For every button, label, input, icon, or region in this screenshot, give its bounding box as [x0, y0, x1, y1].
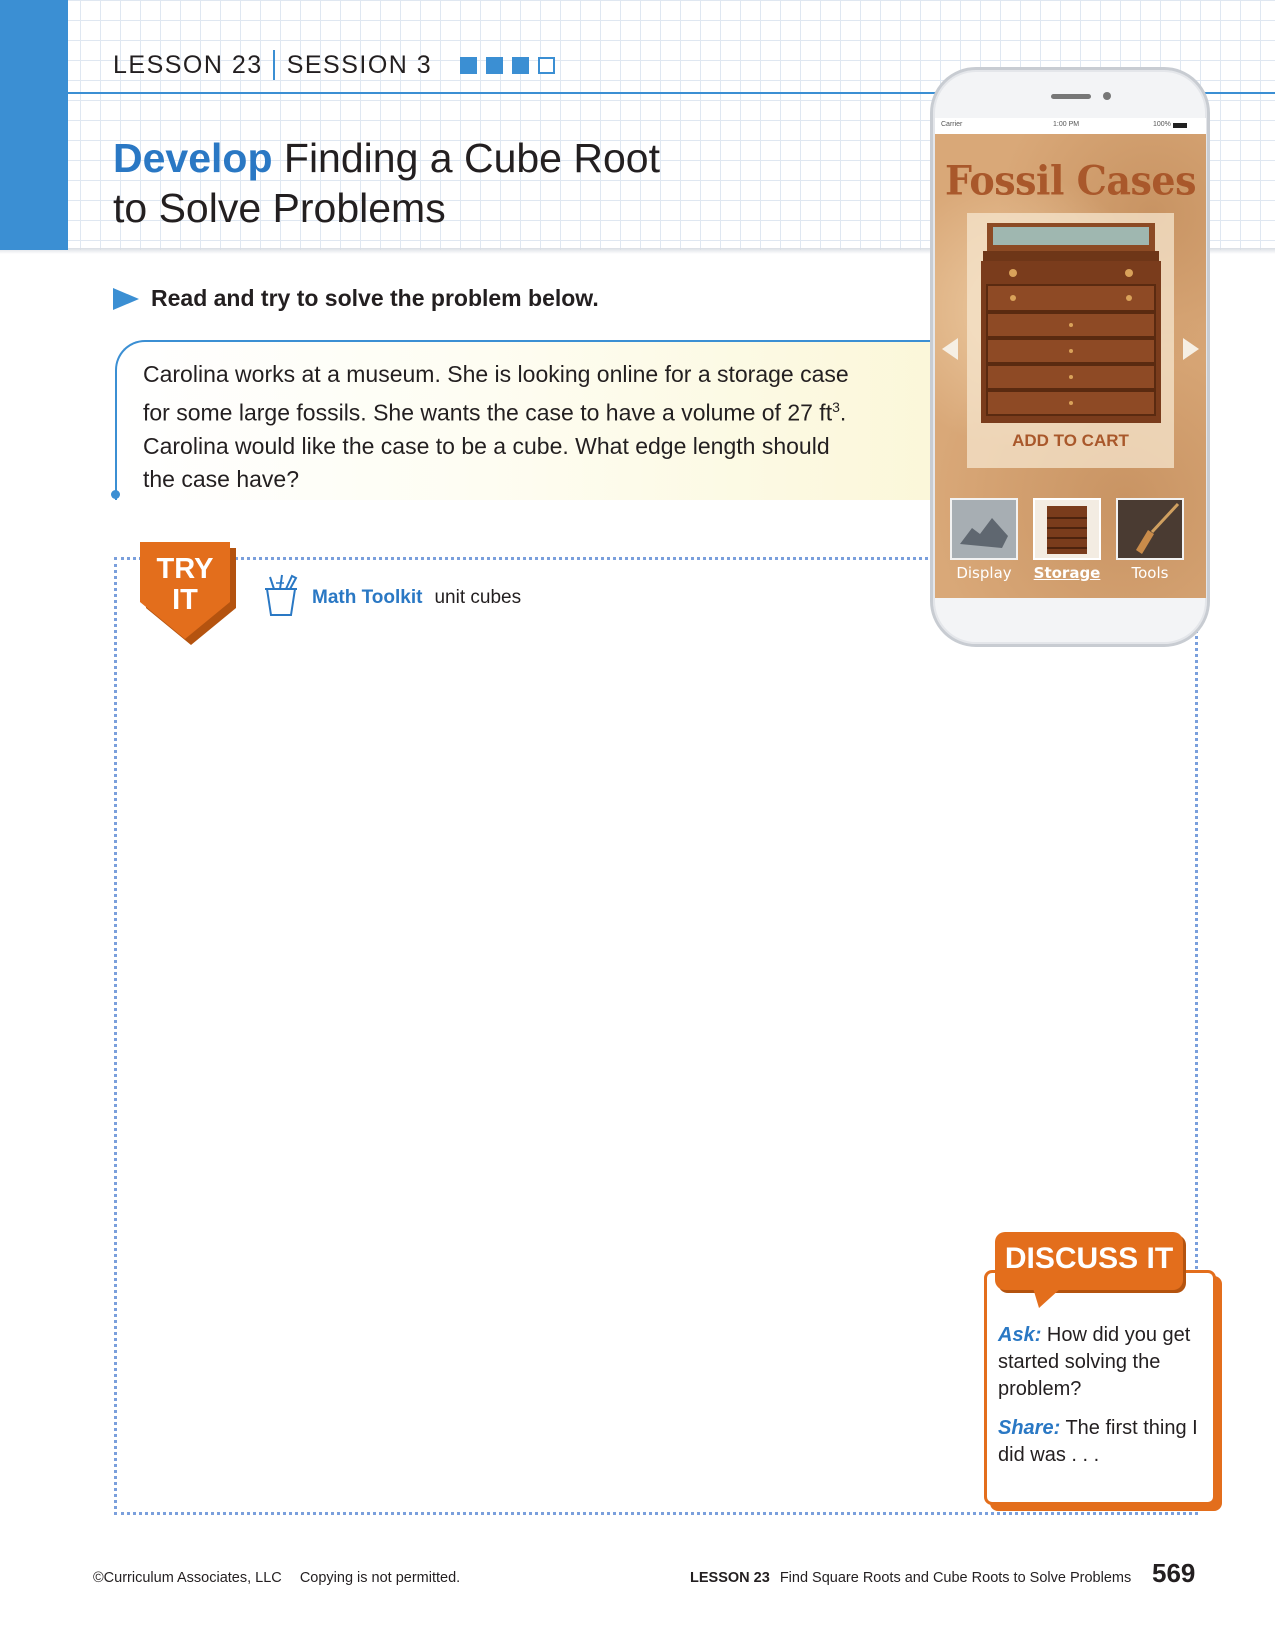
carousel-next-icon[interactable] [1183, 338, 1199, 360]
footer-copyright: ©Curriculum Associates, LLC Copying is n… [93, 1570, 460, 1586]
side-tab [0, 0, 68, 250]
thumbnail-storage[interactable] [1033, 498, 1101, 560]
progress-square-filled [512, 56, 530, 74]
try-it-line2: IT [172, 584, 198, 616]
toolkit-label: Math Toolkit [312, 586, 423, 608]
category-thumbnails: Display Storage Tools [950, 498, 1195, 588]
progress-square-empty [538, 56, 556, 74]
app-title: Fossil Cases [945, 156, 1196, 205]
thumbnail-label-tools[interactable]: Tools [1116, 564, 1184, 582]
progress-square-filled [486, 56, 504, 74]
phone-speaker [1051, 94, 1091, 99]
speech-bubble-tail [1033, 1288, 1061, 1308]
lesson-divider [272, 50, 275, 80]
footer-lesson-title: Find Square Roots and Cube Roots to Solv… [779, 1570, 1132, 1586]
status-carrier: Carrier [941, 121, 963, 128]
progress-square-filled [460, 56, 478, 74]
copyright-text: ©Curriculum Associates, LLC [93, 1570, 282, 1586]
thumbnail-label-display[interactable]: Display [950, 564, 1018, 582]
storage-cabinet-image [981, 223, 1161, 423]
page-title: Develop Finding a Cube Root to Solve Pro… [113, 133, 660, 233]
page-number: 569 [1152, 1558, 1196, 1588]
thumbnail-display[interactable] [950, 498, 1018, 560]
product-card: ADD TO CART [967, 213, 1174, 468]
title-line2: to Solve Problems [113, 185, 446, 231]
share-prompt: Share: The first thing I did was . . . [998, 1415, 1203, 1469]
try-it-line1: TRY [156, 553, 214, 585]
read-prompt: Read and try to solve the problem below. [113, 285, 599, 312]
phone-screen: Carrier 1:00 PM 100% Fossil Cases ADD TO… [935, 118, 1206, 598]
share-label: Share: [998, 1417, 1061, 1439]
read-prompt-text: Read and try to solve the problem below. [151, 285, 599, 311]
copy-notice: Copying is not permitted. [299, 1570, 461, 1586]
arrow-right-icon [113, 287, 139, 310]
toolkit-item: unit cubes [434, 586, 522, 608]
problem-superscript: 3 [832, 399, 840, 415]
problem-text: Carolina works at a museum. She is looki… [143, 358, 863, 496]
carousel-prev-icon[interactable] [942, 338, 958, 360]
fossil-display-icon [952, 500, 1016, 558]
status-time: 1:00 PM [1053, 121, 1080, 128]
thumbnail-tools[interactable] [1116, 498, 1184, 560]
discuss-it-body: Ask: How did you get started solving the… [998, 1322, 1203, 1481]
problem-text-part1: Carolina works at a museum. She is looki… [143, 361, 849, 426]
ask-label: Ask: [998, 1324, 1042, 1346]
phone-camera [1103, 92, 1111, 100]
thumbnail-label-storage[interactable]: Storage [1033, 564, 1101, 582]
title-line1: Finding a Cube Root [283, 135, 660, 181]
ask-prompt: Ask: How did you get started solving the… [998, 1322, 1203, 1403]
discuss-it-title: DISCUSS IT [1004, 1242, 1174, 1275]
title-keyword: Develop [113, 135, 273, 181]
brush-tool-icon [1118, 500, 1182, 558]
session-label: SESSION 3 [286, 50, 433, 79]
lesson-session-line: LESSON 23 SESSION 3 [113, 50, 556, 80]
status-bar: Carrier 1:00 PM 100% [935, 118, 1206, 134]
session-progress [460, 56, 556, 74]
battery-icon [1173, 123, 1187, 128]
status-battery: 100% [1153, 121, 1171, 128]
add-to-cart-button[interactable]: ADD TO CART [967, 431, 1174, 451]
problem-box-dot [111, 490, 120, 499]
discuss-it-header: DISCUSS IT [995, 1232, 1183, 1290]
storage-cabinet-icon [1035, 500, 1099, 558]
toolkit-cup-icon [262, 573, 300, 622]
footer-lesson-label: LESSON 23 [690, 1570, 770, 1586]
lesson-label: LESSON 23 [113, 50, 263, 79]
try-it-badge: TRY IT [140, 542, 236, 645]
footer-lesson: LESSON 23 Find Square Roots and Cube Roo… [690, 1570, 1131, 1586]
math-toolkit: Math Toolkit unit cubes [262, 573, 521, 622]
